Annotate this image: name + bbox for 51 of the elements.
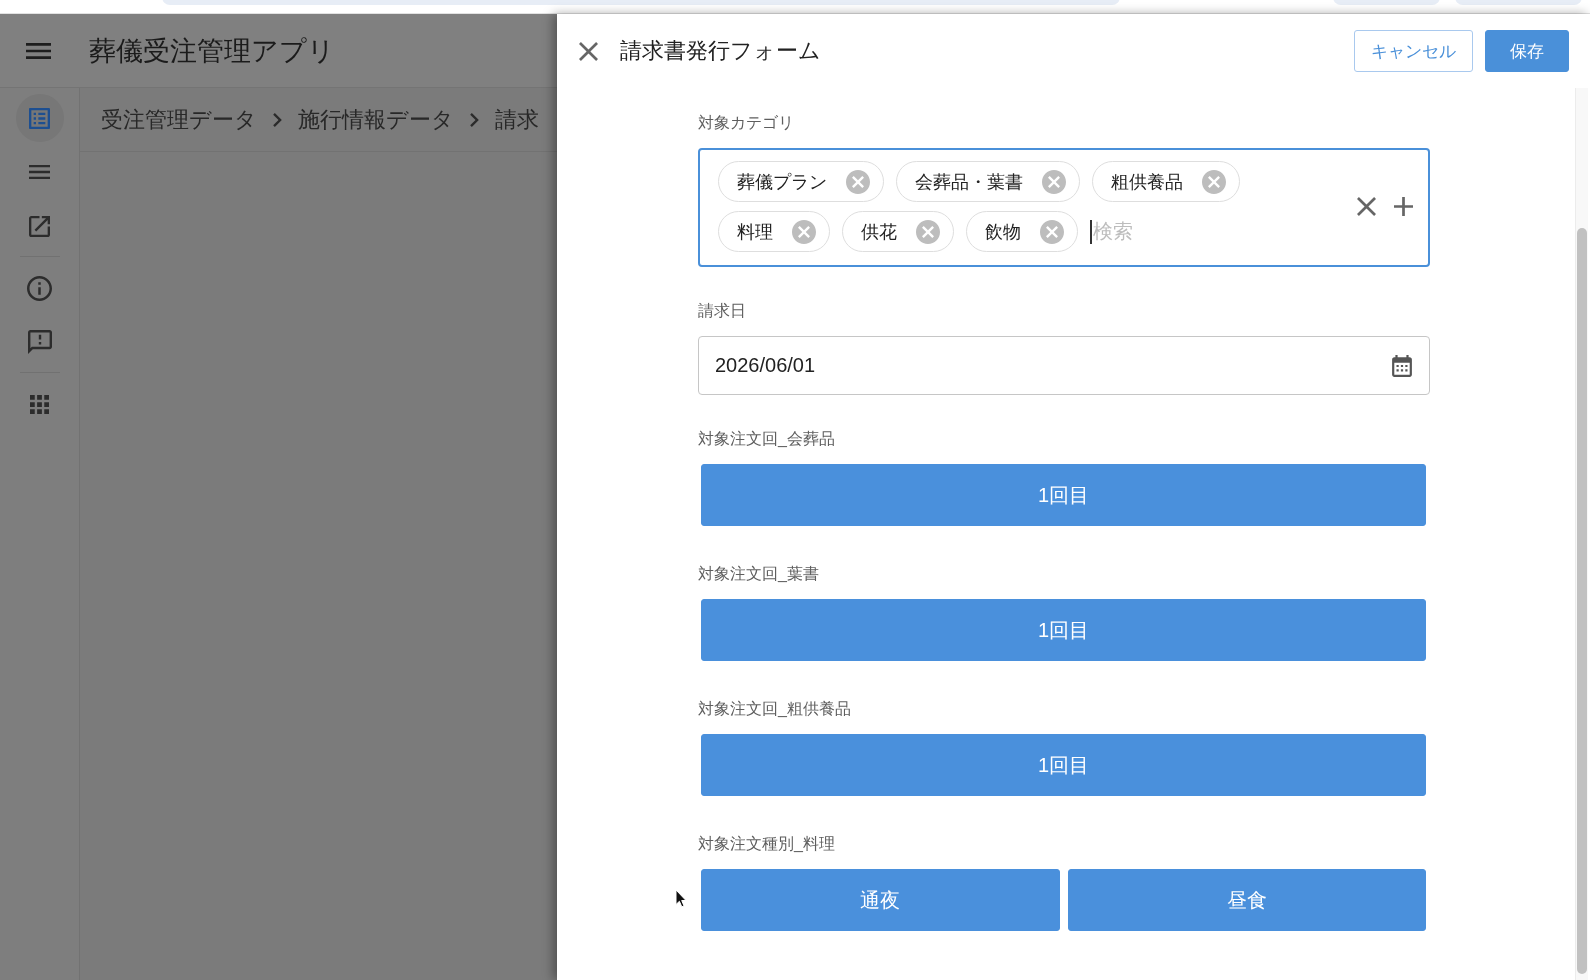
add-icon[interactable] bbox=[1394, 197, 1413, 216]
field-label: 対象注文回_葉書 bbox=[698, 564, 819, 584]
app-title: 葬儀受注管理アプリ bbox=[89, 34, 335, 68]
close-icon[interactable] bbox=[579, 41, 598, 61]
menu-icon bbox=[29, 165, 50, 179]
option-button[interactable]: 1回目 bbox=[701, 734, 1426, 796]
chip-label: 供花 bbox=[861, 220, 897, 244]
field-label: 対象注文回_会葬品 bbox=[698, 429, 835, 449]
chip-label: 会葬品・葉書 bbox=[915, 170, 1023, 194]
chevron-right-icon bbox=[273, 112, 282, 127]
remove-icon[interactable] bbox=[1202, 169, 1226, 194]
cancel-button[interactable]: キャンセル bbox=[1354, 30, 1473, 72]
remove-icon[interactable] bbox=[1042, 169, 1066, 194]
text-cursor bbox=[1090, 219, 1092, 244]
remove-icon[interactable] bbox=[846, 169, 870, 194]
external-link-icon bbox=[29, 215, 50, 237]
chip-label: 料理 bbox=[737, 220, 773, 244]
chip-label: 粗供養品 bbox=[1111, 170, 1183, 194]
scrollbar-thumb[interactable] bbox=[1577, 228, 1587, 974]
field-label: 請求日 bbox=[698, 301, 746, 321]
remove-icon[interactable] bbox=[792, 219, 816, 244]
breadcrumb-link[interactable]: 施行情報データ bbox=[298, 104, 454, 135]
remove-icon[interactable] bbox=[916, 219, 940, 244]
panel-title: 請求書発行フォーム bbox=[620, 37, 821, 65]
clear-icon[interactable] bbox=[1357, 197, 1376, 216]
field-label: 対象注文種別_料理 bbox=[698, 834, 835, 854]
chip-label: 飲物 bbox=[985, 220, 1021, 244]
breadcrumb-link[interactable]: 請求 bbox=[495, 104, 539, 135]
info-icon bbox=[27, 275, 52, 301]
option-button[interactable]: 1回目 bbox=[701, 599, 1426, 661]
remove-icon[interactable] bbox=[1040, 219, 1064, 244]
option-button[interactable]: 通夜 bbox=[701, 869, 1060, 931]
option-button[interactable]: 昼食 bbox=[1067, 869, 1426, 931]
option-button[interactable]: 1回目 bbox=[701, 464, 1426, 526]
chevron-right-icon bbox=[470, 112, 479, 127]
date-value: 2026/06/01 bbox=[715, 354, 817, 377]
breadcrumb-link[interactable]: 受注管理データ bbox=[101, 104, 257, 135]
date-field[interactable]: 2026/06/01 bbox=[698, 336, 1430, 395]
chip-label: 葬儀プラン bbox=[737, 170, 827, 194]
field-label: 対象注文回_粗供養品 bbox=[698, 699, 851, 719]
list-icon bbox=[29, 107, 50, 129]
speech-bubble-icon bbox=[27, 330, 52, 354]
menu-icon[interactable] bbox=[26, 42, 51, 59]
field-label: 対象カテゴリ bbox=[698, 113, 794, 133]
search-input[interactable]: 検索 bbox=[1092, 217, 1341, 246]
mouse-pointer-icon bbox=[675, 889, 687, 908]
tag-field[interactable]: 葬儀プラン 会葬品・葉書 粗供養品 料理 供花 飲物 検索 bbox=[698, 148, 1430, 267]
save-button[interactable]: 保存 bbox=[1485, 30, 1569, 72]
nav-button[interactable] bbox=[15, 94, 64, 142]
apps-grid-icon bbox=[30, 394, 49, 414]
calendar-icon[interactable] bbox=[1392, 354, 1412, 377]
